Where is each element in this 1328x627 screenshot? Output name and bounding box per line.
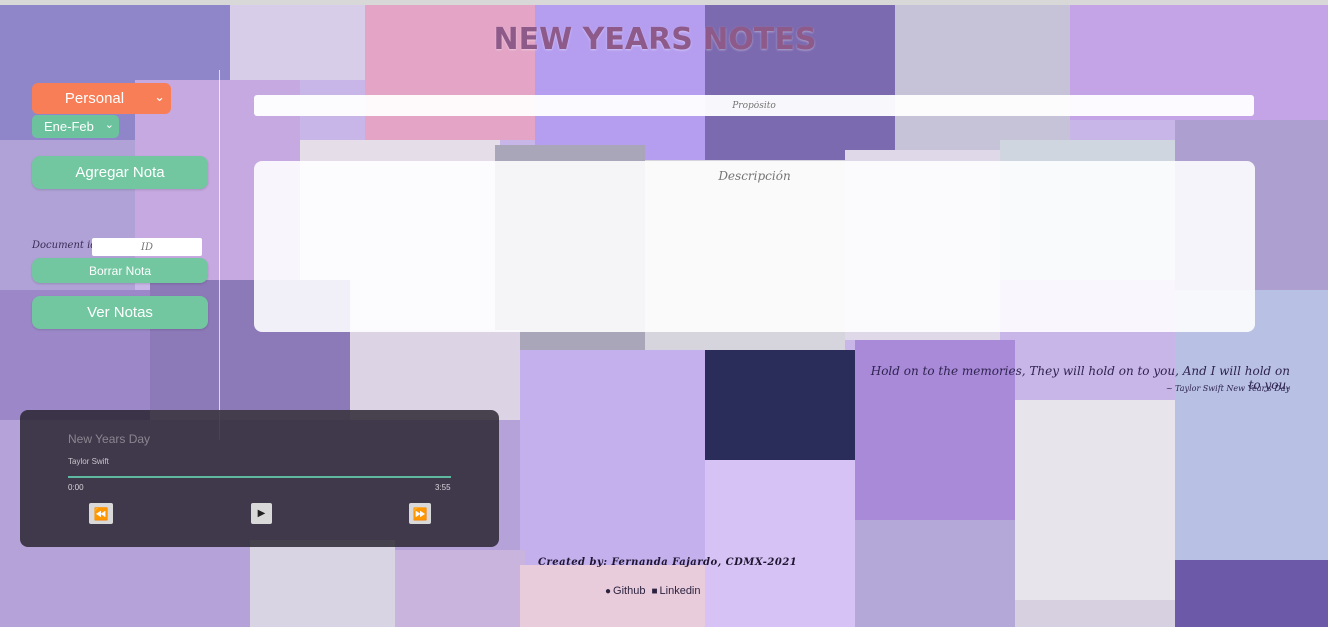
song-artist: Taylor Swift (68, 457, 109, 466)
github-link[interactable]: ● Github (605, 585, 645, 597)
github-label: Github (613, 585, 646, 597)
period-select-value: Ene-Feb (44, 119, 94, 134)
period-select[interactable]: Ene-Feb ⌄ (32, 115, 119, 138)
github-icon: ● (605, 585, 612, 597)
chevron-down-icon: ⌄ (154, 89, 165, 104)
linkedin-link[interactable]: ■ Linkedin (651, 585, 700, 597)
description-textarea[interactable] (254, 161, 1255, 332)
song-title: New Years Day (68, 432, 151, 446)
progress-bar[interactable] (68, 476, 451, 478)
current-time: 0:00 (68, 483, 84, 492)
view-notes-button[interactable]: Ver Notas (32, 296, 208, 329)
sidebar-divider (219, 70, 220, 440)
linkedin-label: Linkedin (659, 585, 701, 597)
window-top-border (0, 0, 1328, 5)
rewind-icon[interactable]: ⏪ (89, 503, 113, 524)
purpose-input[interactable] (254, 95, 1254, 116)
chevron-down-icon: ⌄ (104, 119, 114, 131)
category-select-value: Personal (64, 90, 125, 107)
page-title: NEW YEARS NOTES (493, 22, 817, 57)
music-player: New Years Day Taylor Swift 0:00 3:55 ⏪ ▶… (20, 410, 499, 547)
fast-forward-icon[interactable]: ⏩ (409, 503, 431, 524)
document-id-input[interactable] (92, 238, 202, 256)
add-note-button[interactable]: Agregar Nota (32, 156, 208, 189)
footer-links: ● Github ■ Linkedin (605, 585, 701, 597)
quote-author: ~ Taylor Swift New Year's Day (1165, 384, 1290, 393)
linkedin-icon: ■ (651, 585, 658, 597)
footer-credit: Created by: Fernanda Fajardo, CDMX-2021 (538, 557, 798, 568)
total-time: 3:55 (435, 483, 451, 492)
category-select[interactable]: Personal ⌄ (32, 83, 171, 114)
delete-note-button[interactable]: Borrar Nota (32, 258, 208, 283)
document-id-label: Document id: (32, 240, 101, 251)
play-icon[interactable]: ▶ (251, 503, 272, 524)
